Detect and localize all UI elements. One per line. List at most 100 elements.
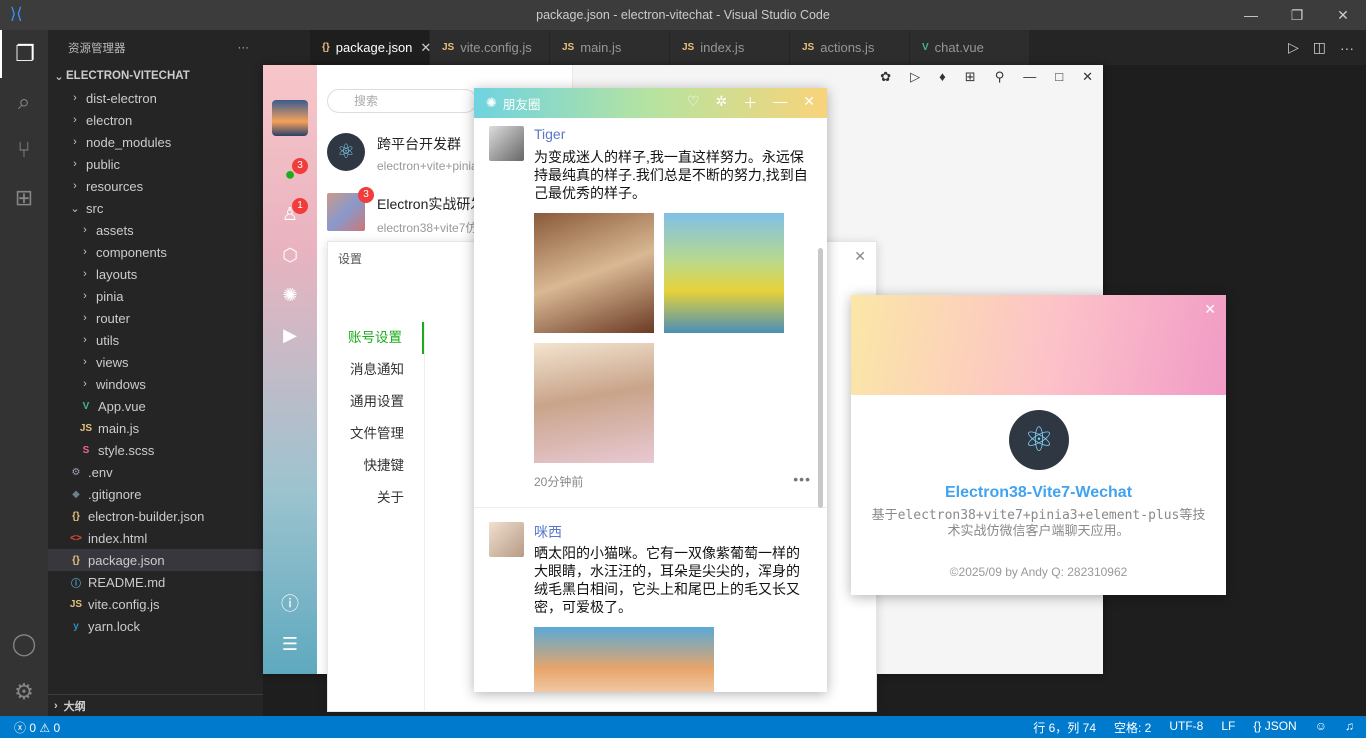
add-icon[interactable]: ＋ bbox=[743, 93, 757, 113]
close-icon[interactable]: ✕ bbox=[854, 248, 866, 265]
tree-item[interactable]: y yarn.lock bbox=[48, 615, 263, 637]
settings-nav-account[interactable]: 账号设置 bbox=[328, 322, 424, 354]
info-icon[interactable]: ⓘ bbox=[278, 592, 302, 616]
end-of-line[interactable]: LF bbox=[1221, 719, 1235, 736]
apps-icon[interactable]: ⊞ bbox=[965, 69, 976, 85]
tab-vite-config[interactable]: JS vite.config.js bbox=[430, 30, 550, 65]
encoding[interactable]: UTF-8 bbox=[1169, 719, 1203, 736]
tree-item[interactable]: › layouts bbox=[48, 263, 263, 285]
settings-nav-notifications[interactable]: 消息通知 bbox=[328, 354, 424, 386]
user-avatar[interactable] bbox=[272, 100, 308, 136]
tree-item[interactable]: › utils bbox=[48, 329, 263, 351]
pin-icon[interactable]: ⚲ bbox=[995, 69, 1005, 85]
close-icon[interactable]: ✕ bbox=[1204, 301, 1216, 318]
tab-package-json[interactable]: {} package.json ✕ bbox=[310, 30, 431, 65]
settings-nav-files[interactable]: 文件管理 bbox=[328, 418, 424, 450]
outline-section[interactable]: › 大纲 bbox=[48, 694, 263, 716]
tree-item[interactable]: {} package.json bbox=[48, 549, 263, 571]
account-icon[interactable]: ◯ bbox=[0, 620, 48, 668]
post-image[interactable] bbox=[664, 213, 784, 333]
explorer-icon[interactable]: ❐ bbox=[0, 30, 48, 78]
moments-title: 朋友圈 bbox=[502, 97, 541, 112]
tree-item[interactable]: › electron bbox=[48, 109, 263, 131]
post-author[interactable]: 咪西 bbox=[534, 522, 562, 542]
manage-gear-icon[interactable]: ⚙ bbox=[0, 668, 48, 716]
tree-item[interactable]: V App.vue bbox=[48, 395, 263, 417]
status-bar: ⓧ 0 ⚠ 0 行 6，列 74 空格: 2 UTF-8 LF {} JSON … bbox=[0, 716, 1366, 738]
vue-icon: V bbox=[922, 42, 929, 53]
conversation-name: 跨平台开发群 bbox=[377, 136, 461, 152]
tree-root[interactable]: ⌄ ELECTRON-VITECHAT bbox=[48, 65, 263, 87]
minimize-icon[interactable]: — bbox=[1023, 69, 1036, 85]
scrollbar[interactable] bbox=[818, 248, 823, 508]
tree-item[interactable]: JS vite.config.js bbox=[48, 593, 263, 615]
play-icon[interactable]: ▶ bbox=[278, 323, 302, 347]
moments-aperture-icon[interactable]: ✺ bbox=[278, 283, 302, 307]
tab-main-js[interactable]: JS main.js bbox=[550, 30, 670, 65]
tab-actions-js[interactable]: JS actions.js bbox=[790, 30, 910, 65]
settings-nav-about[interactable]: 关于 bbox=[328, 482, 424, 514]
tree-item[interactable]: › components bbox=[48, 241, 263, 263]
tree-item[interactable]: › router bbox=[48, 307, 263, 329]
post-avatar[interactable] bbox=[489, 522, 524, 557]
restore-icon[interactable]: ❐ bbox=[1274, 0, 1320, 30]
language-mode[interactable]: {} JSON bbox=[1253, 719, 1296, 736]
close-icon[interactable]: ✕ bbox=[1082, 69, 1093, 85]
tree-item[interactable]: › windows bbox=[48, 373, 263, 395]
problems-status[interactable]: ⓧ 0 ⚠ 0 bbox=[14, 719, 60, 736]
extensions-icon[interactable]: ⊞ bbox=[0, 174, 48, 222]
post-avatar[interactable] bbox=[489, 126, 524, 161]
cursor-position[interactable]: 行 6，列 74 bbox=[1033, 719, 1096, 736]
more-icon[interactable]: ••• bbox=[793, 471, 811, 487]
tree-item[interactable]: <> index.html bbox=[48, 527, 263, 549]
menu-icon[interactable]: ☰ bbox=[278, 632, 302, 656]
search-icon[interactable]: ⌕ bbox=[0, 78, 48, 126]
feedback-icon[interactable]: ☺ bbox=[1315, 719, 1327, 736]
box-icon[interactable]: ⬡ bbox=[278, 243, 302, 267]
minimize-icon[interactable]: — bbox=[773, 93, 787, 113]
shirt-icon[interactable]: ♦ bbox=[939, 69, 946, 85]
close-icon[interactable]: ✕ bbox=[1320, 0, 1366, 30]
indentation[interactable]: 空格: 2 bbox=[1114, 719, 1151, 736]
split-editor-icon[interactable]: ◫ bbox=[1313, 39, 1326, 56]
maximize-icon[interactable]: □ bbox=[1055, 69, 1063, 85]
chevron-right-icon: › bbox=[83, 246, 87, 258]
close-icon[interactable]: ✕ bbox=[803, 93, 815, 113]
tree-item[interactable]: › node_modules bbox=[48, 131, 263, 153]
settings-icon[interactable]: ✲ bbox=[716, 93, 728, 113]
tree-item[interactable]: ⓘ README.md bbox=[48, 571, 263, 593]
heart-icon[interactable]: ♡ bbox=[687, 93, 700, 113]
more-actions-icon[interactable]: ··· bbox=[1340, 40, 1354, 56]
post-author[interactable]: Tiger bbox=[534, 126, 565, 142]
tab-index-js[interactable]: JS index.js bbox=[670, 30, 790, 65]
about-window: ✕ ⚛ Electron38-Vite7-Wechat 基于electron38… bbox=[851, 295, 1226, 595]
tree-item[interactable]: › dist-electron bbox=[48, 87, 263, 109]
post-image[interactable] bbox=[534, 627, 714, 692]
search-input[interactable]: 搜索 bbox=[327, 89, 477, 113]
post-image[interactable] bbox=[534, 213, 654, 333]
skin-icon[interactable]: ✿ bbox=[880, 69, 891, 85]
source-control-icon[interactable]: ⑂ bbox=[0, 126, 48, 174]
run-icon[interactable]: ▷ bbox=[1288, 39, 1299, 56]
tree-item[interactable]: › assets bbox=[48, 219, 263, 241]
tree-item[interactable]: ⌄ src bbox=[48, 197, 263, 219]
tab-chat-vue[interactable]: V chat.vue bbox=[910, 30, 1030, 65]
tree-item[interactable]: › views bbox=[48, 351, 263, 373]
explorer-more-icon[interactable]: ··· bbox=[238, 42, 250, 54]
tree-item[interactable]: › resources bbox=[48, 175, 263, 197]
tree-item[interactable]: {} electron-builder.json bbox=[48, 505, 263, 527]
tree-item[interactable]: › pinia bbox=[48, 285, 263, 307]
tree-item[interactable]: JS main.js bbox=[48, 417, 263, 439]
settings-nav-general[interactable]: 通用设置 bbox=[328, 386, 424, 418]
chevron-right-icon: › bbox=[83, 356, 87, 368]
minimize-icon[interactable]: — bbox=[1228, 0, 1274, 30]
tree-item[interactable]: › public bbox=[48, 153, 263, 175]
notifications-bell-icon[interactable]: ♫ bbox=[1345, 719, 1354, 736]
tree-item[interactable]: ⚙ .env bbox=[48, 461, 263, 483]
settings-nav-shortcuts[interactable]: 快捷键 bbox=[328, 450, 424, 482]
post-image[interactable] bbox=[534, 343, 654, 463]
tree-item[interactable]: ◆ .gitignore bbox=[48, 483, 263, 505]
tree-item[interactable]: Sstyle.scss bbox=[48, 439, 263, 461]
chevron-right-icon: › bbox=[54, 699, 58, 712]
play-circle-icon[interactable]: ▷ bbox=[910, 69, 920, 85]
